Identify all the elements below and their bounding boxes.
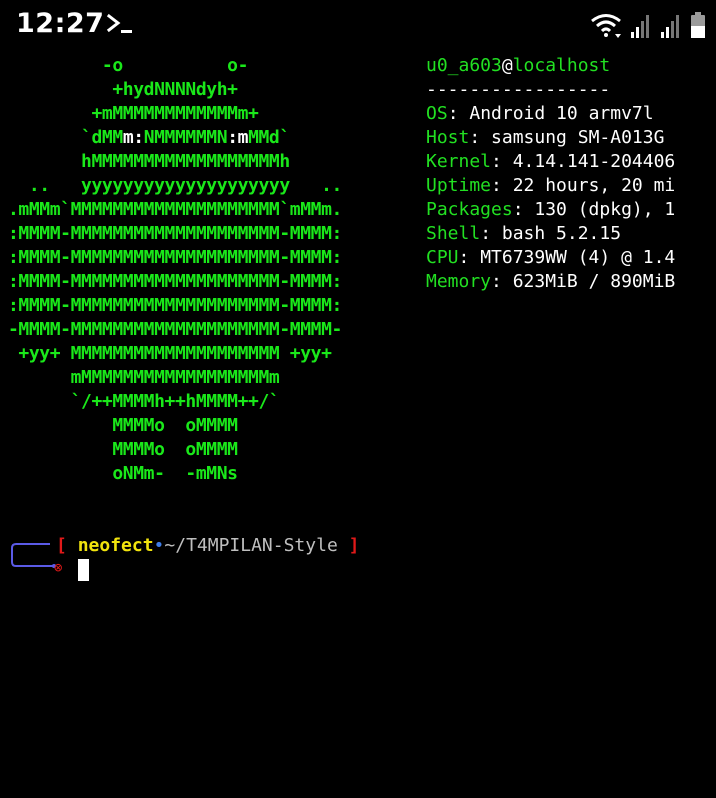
info-field-value: : 623MiB / 890MiB — [491, 271, 676, 292]
info-host: localhost — [512, 55, 611, 76]
info-field-value: : MT6739WW (4) @ 1.4 — [458, 247, 676, 268]
text-cursor[interactable] — [78, 559, 89, 581]
logo-row: .mMMm`MMMMMMMMMMMMMMMMMMMM`mMMm. — [8, 198, 342, 222]
logo-row: oNMm- -mMNs — [8, 462, 342, 486]
info-field: OS: Android 10 armv7l — [426, 102, 716, 126]
logo-segment: hMMMMMMMMMMMMMMMMMMh — [8, 151, 290, 172]
logo-row: -MMMM-MMMMMMMMMMMMMMMMMMMM-MMMM- — [8, 318, 342, 342]
logo-segment: -o o- — [8, 55, 249, 76]
logo-segment: `/++MMMMh++hMMMM++/` — [8, 391, 280, 412]
logo-segment: :MMMM-MMMMMMMMMMMMMMMMMMMM-MMMM: — [8, 247, 342, 268]
logo-segment: mMMMMMMMMMMMMMMMMMMm — [8, 367, 280, 388]
logo-segment: oNMm- -mMNs — [8, 463, 238, 484]
logo-segment: m: — [122, 127, 144, 148]
info-field-value: : samsung SM-A013G — [469, 127, 665, 148]
logo-segment: .. yyyyyyyyyyyyyyyyyyyy .. — [8, 175, 343, 196]
info-field-key: Kernel — [426, 151, 492, 172]
logo-segment: -MMMM-MMMMMMMMMMMMMMMMMMMM-MMMM- — [8, 319, 342, 340]
info-user: u0_a603 — [426, 55, 502, 76]
android-ascii-logo: -o o- +hydNNNNdyh+ +mMMMMMMMMMMMMm+ `dMM… — [8, 54, 342, 486]
logo-segment: :MMMM-MMMMMMMMMMMMMMMMMMMM-MMMM: — [8, 295, 342, 316]
prompt-text: [ neofect•~/T4MPILAN-Style ] — [56, 534, 359, 558]
logo-segment: +mMMMMMMMMMMMMm+ — [8, 103, 259, 124]
logo-segment: .mMMm`MMMMMMMMMMMMMMMMMMMM`mMMm. — [8, 199, 342, 220]
prompt-close-bracket: ] — [348, 535, 360, 556]
info-field-value: : 4.14.141-204406 — [491, 151, 676, 172]
info-field: Host: samsung SM-A013G — [426, 126, 716, 150]
logo-row: `dMMm:NMMMMMMN:mMMd` — [8, 126, 342, 150]
info-field: Kernel: 4.14.141-204406 — [426, 150, 716, 174]
info-field-value: : bash 5.2.15 — [480, 223, 622, 244]
logo-segment: `dMM — [8, 127, 123, 148]
logo-row: :MMMM-MMMMMMMMMMMMMMMMMMMM-MMMM: — [8, 246, 342, 270]
logo-segment: MMMMo oMMMM — [8, 439, 238, 460]
logo-row: +yy+ MMMMMMMMMMMMMMMMMMMM +yy+ — [8, 342, 342, 366]
shell-prompt: [ neofect•~/T4MPILAN-Style ] ⊗ — [10, 532, 710, 592]
prompt-marker-icon: ⊗ — [54, 560, 63, 576]
info-field-key: OS — [426, 103, 448, 124]
logo-row: hMMMMMMMMMMMMMMMMMMh — [8, 150, 342, 174]
logo-segment: NMMMMMMN — [143, 127, 228, 148]
logo-row: mMMMMMMMMMMMMMMMMMMm — [8, 366, 342, 390]
logo-segment: :MMMM-MMMMMMMMMMMMMMMMMMMM-MMMM: — [8, 271, 342, 292]
logo-row: +hydNNNNdyh+ — [8, 78, 342, 102]
logo-row: +mMMMMMMMMMMMMm+ — [8, 102, 342, 126]
status-bar: 12:27 — [0, 0, 716, 50]
prompt-user: neofect — [77, 535, 154, 556]
logo-segment: :MMMM-MMMMMMMMMMMMMMMMMMMM-MMMM: — [8, 223, 342, 244]
info-field: CPU: MT6739WW (4) @ 1.4 — [426, 246, 716, 270]
logo-segment: +yy+ MMMMMMMMMMMMMMMMMMMM +yy+ — [8, 343, 332, 364]
logo-row: -o o- — [8, 54, 342, 78]
info-field: Uptime: 22 hours, 20 mi — [426, 174, 716, 198]
battery-icon — [690, 12, 706, 38]
logo-row: `/++MMMMh++hMMMM++/` — [8, 390, 342, 414]
logo-row: .. yyyyyyyyyyyyyyyyyyyy .. — [8, 174, 343, 198]
info-field-value: : 22 hours, 20 mi — [491, 175, 676, 196]
info-separator: ----------------- — [426, 79, 611, 100]
logo-segment: :m — [227, 127, 249, 148]
info-field: Memory: 623MiB / 890MiB — [426, 270, 716, 294]
logo-segment: MMMMo oMMMM — [8, 415, 238, 436]
info-field: Packages: 130 (dpkg), 1 — [426, 198, 716, 222]
terminal-prompt-icon — [106, 10, 134, 36]
info-field: Shell: bash 5.2.15 — [426, 222, 716, 246]
system-info: u0_a603@localhost ----------------- OS: … — [426, 54, 716, 294]
info-field-key: CPU — [426, 247, 459, 268]
signal-icon — [660, 14, 682, 38]
info-field-key: Shell — [426, 223, 481, 244]
logo-row: :MMMM-MMMMMMMMMMMMMMMMMMMM-MMMM: — [8, 270, 342, 294]
logo-row: MMMMo oMMMM — [8, 414, 342, 438]
info-field-key: Packages — [426, 199, 513, 220]
info-field-key: Host — [426, 127, 470, 148]
prompt-dot: • — [153, 535, 165, 556]
prompt-path: ~/T4MPILAN-Style — [164, 535, 338, 556]
info-at: @ — [501, 55, 513, 76]
signal-icon — [630, 14, 652, 38]
info-field-value: : Android 10 armv7l — [447, 103, 654, 124]
logo-row: MMMMo oMMMM — [8, 438, 342, 462]
status-icons — [590, 10, 706, 38]
info-field-key: Uptime — [426, 175, 492, 196]
wifi-icon — [590, 12, 622, 38]
info-title: u0_a603@localhost — [426, 54, 716, 78]
logo-row: :MMMM-MMMMMMMMMMMMMMMMMMMM-MMMM: — [8, 222, 342, 246]
logo-row: :MMMM-MMMMMMMMMMMMMMMMMMMM-MMMM: — [8, 294, 342, 318]
info-field-value: : 130 (dpkg), 1 — [512, 199, 676, 220]
info-field-key: Memory — [426, 271, 492, 292]
status-clock: 12:27 — [16, 8, 105, 39]
logo-segment: MMd` — [248, 127, 290, 148]
logo-segment: +hydNNNNdyh+ — [8, 79, 238, 100]
prompt-open-bracket: [ — [56, 535, 67, 556]
